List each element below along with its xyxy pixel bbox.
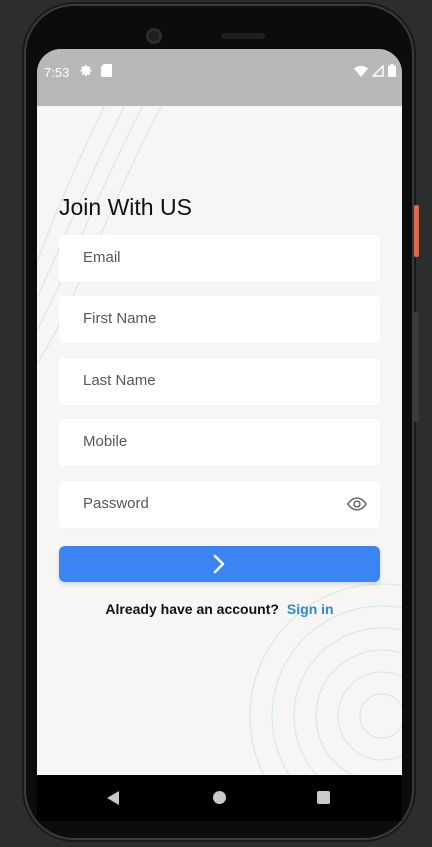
navigation-bar xyxy=(37,775,402,821)
volume-button[interactable] xyxy=(414,312,419,422)
first-name-placeholder: First Name xyxy=(83,310,157,327)
power-button[interactable] xyxy=(414,205,419,257)
signin-link[interactable]: Sign in xyxy=(287,601,334,617)
password-field[interactable]: Password xyxy=(59,481,380,528)
password-placeholder: Password xyxy=(83,495,149,512)
settings-icon xyxy=(80,65,92,76)
last-name-placeholder: Last Name xyxy=(83,372,156,389)
first-name-field[interactable]: First Name xyxy=(59,296,380,343)
wifi-icon xyxy=(354,65,368,77)
page-title: Join With US xyxy=(59,194,192,220)
sd-card-icon xyxy=(101,64,112,77)
chevron-right-icon xyxy=(213,554,225,574)
last-name-field[interactable]: Last Name xyxy=(59,358,380,405)
signin-prompt: Already have an account? Sign in xyxy=(37,601,402,617)
eye-icon[interactable] xyxy=(346,494,368,514)
battery-icon xyxy=(388,64,396,77)
front-camera xyxy=(146,28,162,44)
mobile-field[interactable]: Mobile xyxy=(59,419,380,466)
background-decoration xyxy=(37,49,402,775)
home-icon[interactable] xyxy=(213,791,226,804)
email-placeholder: Email xyxy=(83,249,121,266)
mobile-placeholder: Mobile xyxy=(83,433,128,450)
recent-apps-icon[interactable] xyxy=(317,791,330,804)
status-bar: 7:53 xyxy=(37,49,402,106)
signin-question: Already have an account? xyxy=(105,601,279,617)
email-field[interactable]: Email xyxy=(59,235,380,282)
submit-button[interactable] xyxy=(59,546,380,582)
signal-icon xyxy=(372,64,384,77)
earpiece-speaker xyxy=(221,33,265,39)
back-icon[interactable] xyxy=(107,791,121,805)
status-time: 7:53 xyxy=(44,65,70,80)
app-screen: 7:53 Join With US Email First Name Last … xyxy=(37,49,402,775)
